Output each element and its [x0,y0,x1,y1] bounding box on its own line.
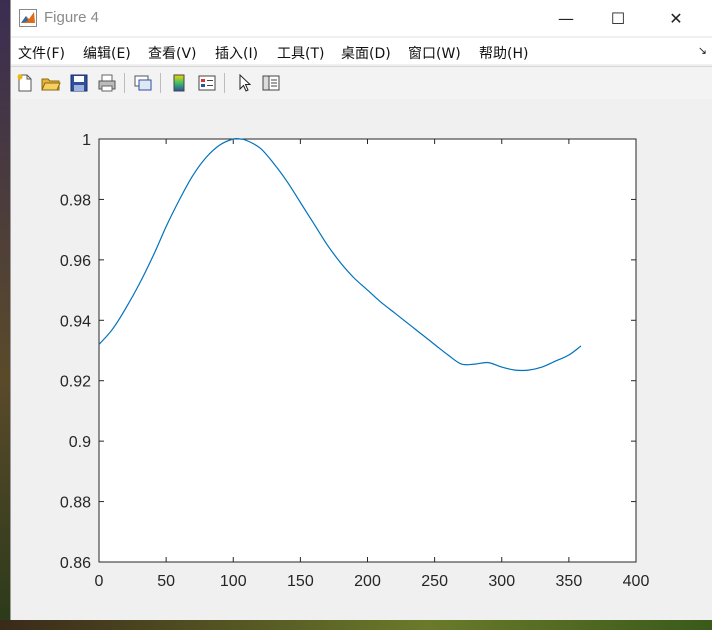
x-tick-label: 200 [354,573,381,590]
y-tick-label: 0.88 [60,495,91,512]
title-bar[interactable]: Figure 4 — ☐ ✕ [11,0,712,36]
matlab-app-icon [19,9,37,27]
menu-help[interactable]: 帮助(H) [479,43,528,63]
menu-view[interactable]: 查看(V) [148,43,197,63]
dock-arrow-icon[interactable]: ↘ [698,44,707,57]
minimize-icon: — [558,8,574,28]
minimize-button[interactable]: — [543,0,589,36]
colorbar-icon[interactable] [169,73,189,93]
close-icon: ✕ [669,8,683,28]
x-tick-label: 150 [287,573,314,590]
y-tick-label: 0.98 [60,192,91,209]
maximize-button[interactable]: ☐ [595,0,641,36]
x-tick-label: 0 [95,573,104,590]
y-tick-label: 0.92 [60,374,91,391]
legend-icon[interactable] [197,73,217,93]
new-figure-icon[interactable] [15,73,35,93]
axes-box [98,138,637,563]
pointer-icon[interactable] [235,73,255,93]
y-tick-label: 0.9 [69,434,91,451]
x-tick-label: 350 [556,573,583,590]
line-chart: 0 50 100 150 200 250 300 350 400 0.86 0.88 0.9 0.92 0… [60,132,650,590]
link-plot-icon[interactable] [133,73,153,93]
x-tick-label: 50 [157,573,175,590]
figure-window: Figure 4 — ☐ ✕ 文件(F) 编辑(E) 查看(V) 插入(I) 工… [10,0,712,620]
y-tick-label: 0.86 [60,555,91,572]
desktop-taskbar-area [0,620,712,630]
desktop-background [0,0,10,630]
y-tick-label: 0.96 [60,253,91,270]
y-tick-label: 1 [82,132,91,149]
figure-canvas[interactable]: 0 50 100 150 200 250 300 350 400 0.86 0.88 0.9 0.92 0… [11,99,712,620]
window-title: Figure 4 [44,9,100,26]
property-editor-icon[interactable] [261,73,281,93]
x-tick-label: 100 [220,573,247,590]
menu-window[interactable]: 窗口(W) [408,43,461,63]
open-file-icon[interactable] [41,73,61,93]
x-tick-label: 400 [623,573,650,590]
menu-insert[interactable]: 插入(I) [215,43,258,63]
close-button[interactable]: ✕ [653,0,699,36]
save-icon[interactable] [69,73,89,93]
menu-file[interactable]: 文件(F) [18,43,65,63]
menu-desktop[interactable]: 桌面(D) [341,43,391,63]
x-tick-label: 300 [488,573,515,590]
menu-edit[interactable]: 编辑(E) [83,43,131,63]
toolbar-separator [160,73,161,93]
y-tick-label: 0.94 [60,313,91,330]
menu-tools[interactable]: 工具(T) [277,43,324,63]
print-icon[interactable] [97,73,117,93]
x-tick-label: 250 [421,573,448,590]
figure-toolbar [11,66,712,100]
toolbar-separator [124,73,125,93]
menu-bar: 文件(F) 编辑(E) 查看(V) 插入(I) 工具(T) 桌面(D) 窗口(W… [11,38,712,64]
toolbar-separator [224,73,225,93]
maximize-icon: ☐ [610,8,626,28]
